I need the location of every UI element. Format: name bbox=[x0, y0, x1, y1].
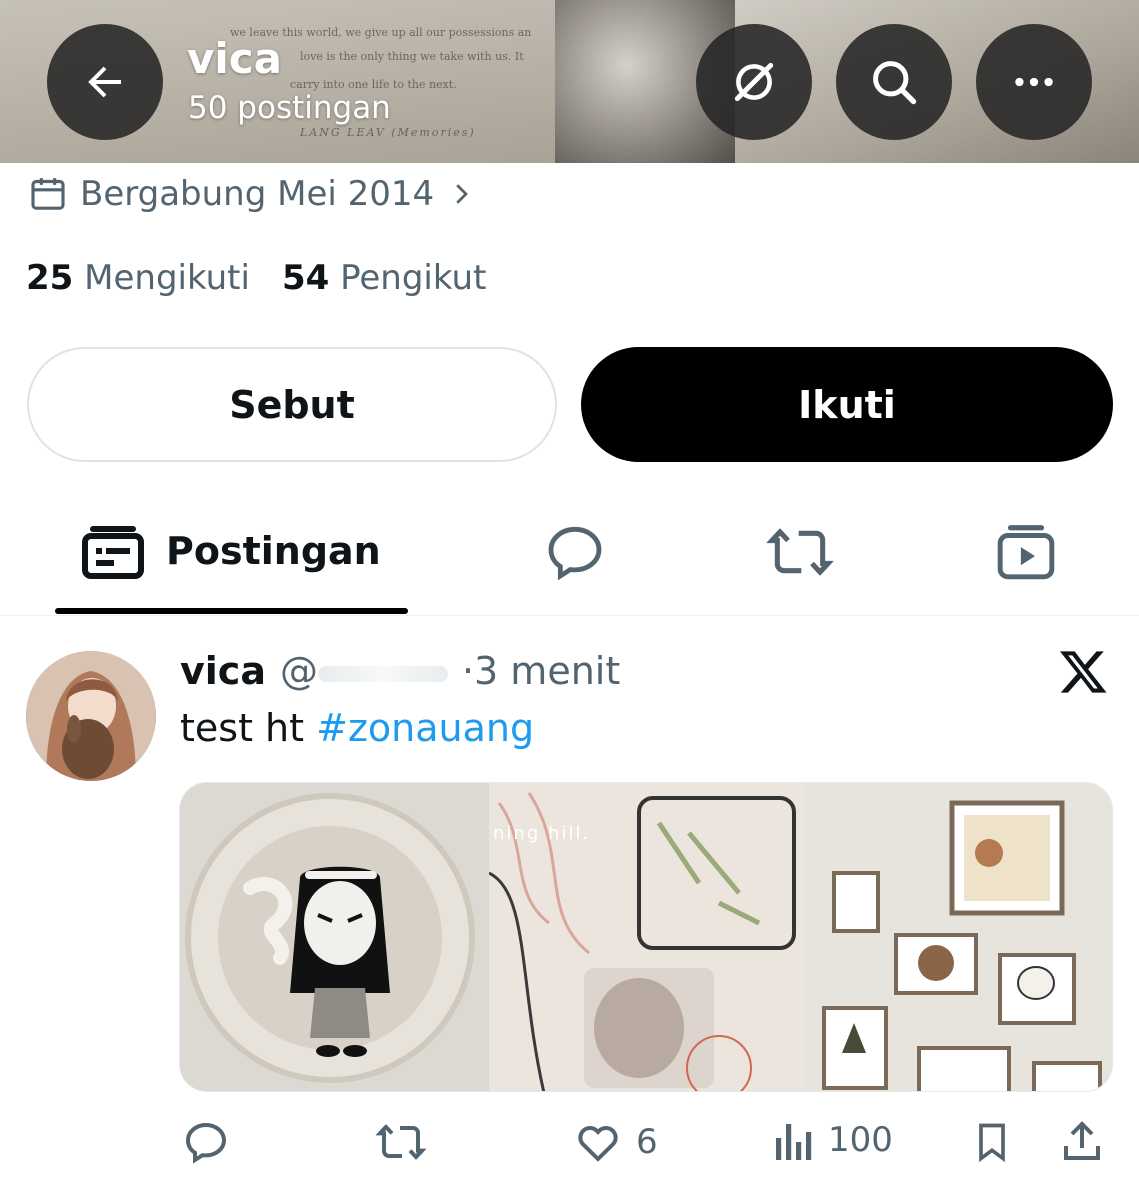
tab-media[interactable] bbox=[995, 520, 1057, 586]
following-link[interactable]: 25 Mengikuti bbox=[26, 256, 250, 300]
reply-icon bbox=[548, 526, 602, 581]
bookmark-icon bbox=[979, 1123, 1005, 1163]
media-image-sketch[interactable]: ning hill. bbox=[488, 783, 804, 1091]
ashtray-illustration bbox=[180, 783, 489, 1091]
x-logo-icon bbox=[1058, 646, 1110, 702]
repost-icon bbox=[766, 528, 834, 576]
arrow-left-icon bbox=[88, 66, 121, 98]
chevron-right-icon bbox=[456, 184, 469, 204]
view-count: 100 bbox=[828, 1120, 893, 1160]
image-caption: ning hill. bbox=[493, 823, 591, 844]
like-count: 6 bbox=[636, 1122, 658, 1162]
active-tab-indicator bbox=[55, 608, 408, 614]
media-image-gallery-wall[interactable] bbox=[804, 783, 1112, 1091]
tab-reposts[interactable] bbox=[766, 520, 834, 588]
like-button[interactable]: 6 bbox=[574, 1118, 658, 1166]
profile-name-title: vica bbox=[187, 34, 283, 83]
author-avatar[interactable] bbox=[26, 651, 156, 781]
post-count: 50 postingan bbox=[188, 90, 391, 126]
following-count: 25 bbox=[26, 258, 74, 298]
profile-tabs: Postingan bbox=[0, 500, 1139, 616]
followers-count: 54 bbox=[281, 258, 330, 298]
media-image-ashtray[interactable] bbox=[180, 783, 489, 1091]
tab-posts[interactable]: Postingan bbox=[82, 522, 381, 580]
media-icon bbox=[997, 525, 1055, 580]
followers-link[interactable]: 54 Pengikut bbox=[282, 256, 486, 300]
grok-button[interactable] bbox=[696, 24, 812, 140]
followers-label: Pengikut bbox=[340, 258, 487, 298]
profile-banner[interactable]: we leave this world, we give up all our … bbox=[0, 0, 1139, 163]
tab-replies[interactable] bbox=[543, 520, 607, 588]
heart-icon bbox=[578, 1126, 618, 1162]
joined-date-link[interactable]: Bergabung Mei 2014 bbox=[28, 172, 476, 216]
bookmark-button[interactable] bbox=[970, 1118, 1014, 1166]
post-text: test ht #zonauang bbox=[180, 705, 534, 751]
search-icon bbox=[873, 61, 917, 105]
post-header: vica @ ·3 menit bbox=[180, 648, 620, 694]
hashtag-link[interactable]: #zonauang bbox=[316, 706, 534, 750]
share-button[interactable] bbox=[1058, 1118, 1106, 1166]
back-button[interactable] bbox=[47, 24, 163, 140]
search-button[interactable] bbox=[836, 24, 952, 140]
post-author-handle[interactable]: @ bbox=[280, 648, 448, 694]
post-timestamp[interactable]: ·3 menit bbox=[462, 648, 620, 694]
posts-icon bbox=[82, 526, 144, 579]
more-horizontal-icon bbox=[1015, 77, 1053, 87]
follow-button[interactable]: Ikuti bbox=[581, 347, 1113, 462]
reply-button[interactable] bbox=[182, 1118, 230, 1166]
reply-icon bbox=[185, 1122, 227, 1164]
analytics-icon bbox=[776, 1124, 812, 1160]
mention-button[interactable]: Sebut bbox=[27, 347, 557, 462]
repost-button[interactable] bbox=[373, 1118, 429, 1166]
handle-redaction bbox=[317, 665, 448, 682]
post-media[interactable]: ning hill. bbox=[179, 782, 1113, 1092]
avatar-portrait bbox=[26, 651, 156, 781]
post-text-body: test ht bbox=[180, 706, 317, 750]
views-button[interactable]: 100 bbox=[774, 1118, 893, 1162]
more-button[interactable] bbox=[976, 24, 1092, 140]
follow-stats: 25 Mengikuti 54 Pengikut bbox=[26, 256, 486, 300]
post-author-name[interactable]: vica bbox=[180, 648, 266, 694]
joined-label: Bergabung Mei 2014 bbox=[80, 174, 435, 214]
gallery-wall-illustration bbox=[804, 783, 1112, 1091]
tab-posts-label: Postingan bbox=[166, 529, 381, 573]
grok-icon bbox=[734, 62, 774, 102]
share-icon bbox=[1064, 1121, 1100, 1160]
repost-icon bbox=[375, 1124, 427, 1160]
calendar-icon bbox=[31, 178, 65, 210]
post-action-bar: 6 100 bbox=[0, 1110, 1139, 1174]
following-label: Mengikuti bbox=[84, 258, 250, 298]
